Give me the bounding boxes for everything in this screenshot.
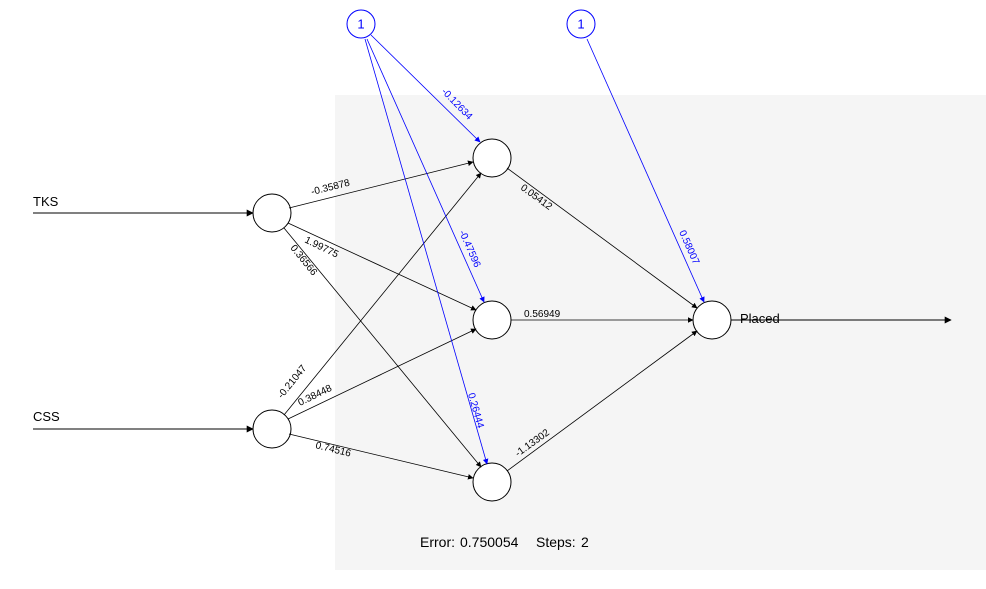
bias-label-2: 1	[577, 16, 584, 31]
hidden-node-3	[473, 463, 511, 501]
weight-css-h2: 0.38448	[296, 383, 334, 409]
hidden-node-1	[473, 139, 511, 177]
output-label: Placed	[740, 311, 780, 326]
input-node-css	[253, 410, 291, 448]
input-label-css: CSS	[33, 409, 60, 424]
input-label-tks: TKS	[33, 194, 59, 209]
hidden-layer-panel	[335, 95, 986, 570]
output-node	[693, 301, 731, 339]
bias-label-1: 1	[357, 16, 364, 31]
hidden-node-2	[473, 301, 511, 339]
weight-h2-o: 0.56949	[524, 309, 561, 320]
error-label: Error:	[420, 534, 455, 550]
error-value: 0.750054	[460, 534, 519, 550]
neural-network-diagram: TKS CSS 1 1 -0.35878 1.99775 0.36566 -0.…	[0, 0, 986, 589]
steps-label: Steps:	[536, 534, 576, 550]
input-node-tks	[253, 194, 291, 232]
steps-value: 2	[581, 534, 589, 550]
